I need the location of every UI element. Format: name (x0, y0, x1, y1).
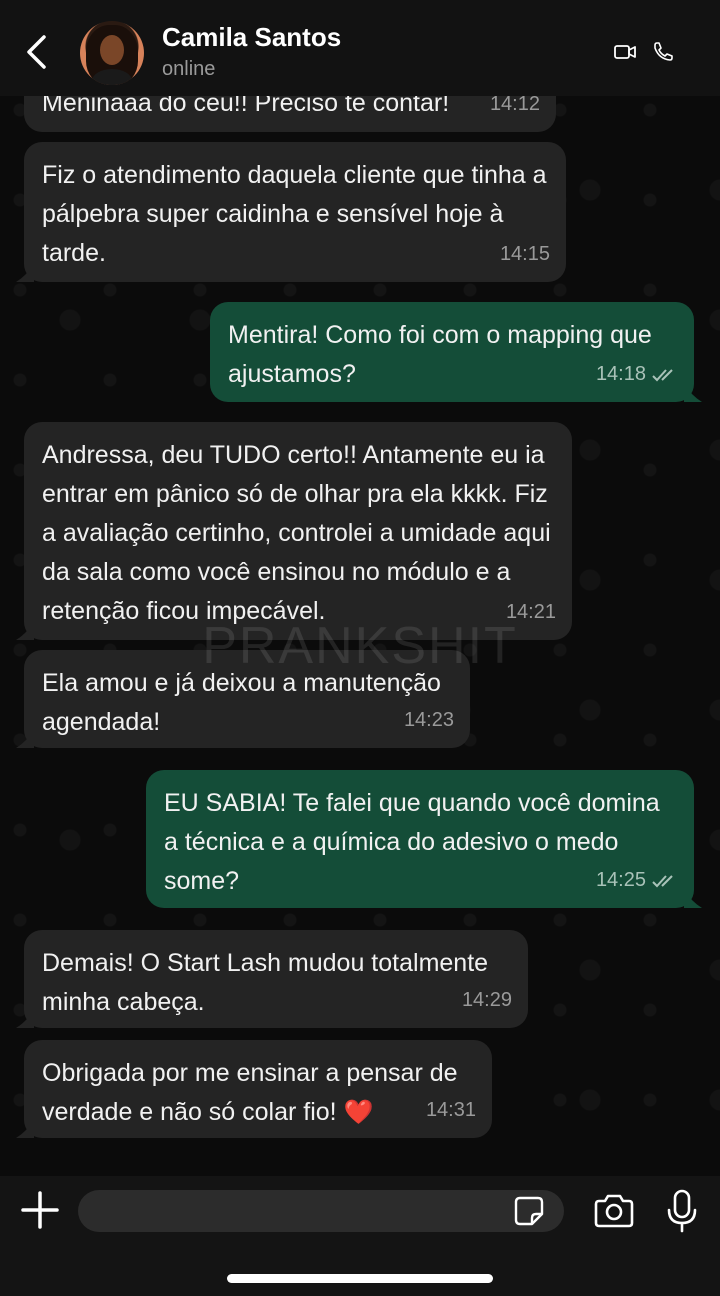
video-call-icon[interactable] (612, 40, 640, 64)
message-time-wrap: 14:15 (500, 235, 550, 274)
back-button[interactable] (20, 32, 52, 72)
message-time-wrap: 14:23 (404, 701, 454, 740)
message-input[interactable] (78, 1190, 564, 1232)
sticker-icon[interactable] (512, 1194, 546, 1228)
bubble-tail (16, 730, 34, 748)
message-time-wrap: 14:29 (462, 981, 512, 1020)
message-text: Ela amou e já deixou a manutenção agenda… (42, 669, 441, 736)
bubble-tail (16, 1120, 34, 1138)
message-time: 14:23 (403, 709, 454, 731)
double-check-icon (652, 368, 673, 381)
bubble-tail (16, 622, 34, 640)
message-bubble[interactable]: Mentira! Como foi com o mapping que ajus… (210, 302, 702, 402)
contact-name[interactable]: Camila Santos (162, 22, 341, 53)
plus-icon[interactable] (20, 1190, 60, 1230)
message-text: Obrigada por me ensinar a pensar de verd… (42, 1054, 474, 1132)
bubble-tail (16, 264, 34, 282)
back-arrow-icon (27, 35, 46, 69)
message-time: 14:15 (499, 243, 550, 265)
contact-status: online (162, 58, 216, 80)
message-time: 14:21 (505, 601, 556, 623)
message-text: Demais! O Start Lash mudou totalmente mi… (42, 949, 489, 1016)
message-time: 14:25 (595, 869, 646, 891)
message-time: 14:18 (595, 363, 646, 385)
avatar-face (100, 35, 124, 65)
phone-icon[interactable] (650, 40, 678, 64)
camera-icon[interactable] (592, 1192, 636, 1230)
message-meta: 14:18 (596, 355, 678, 394)
heart-emoji: ❤️ (343, 1099, 374, 1126)
avatar[interactable] (80, 21, 144, 85)
message-bubble[interactable]: Andressa, deu TUDO certo!! Antamente eu … (16, 422, 572, 640)
chat-header: Camila Santos online (0, 0, 720, 96)
message-bubble[interactable]: Ela amou e já deixou a manutenção agenda… (16, 650, 470, 748)
bubble-tail (684, 384, 702, 402)
message-text: Andressa, deu TUDO certo!! Antamente eu … (42, 441, 551, 625)
chat-area[interactable]: Meninaaa do céu!! Preciso te contar! 14:… (0, 0, 720, 1180)
compose-bar (0, 1176, 720, 1296)
bubble-tail (16, 1010, 34, 1028)
home-indicator[interactable] (227, 1274, 493, 1283)
message-time-wrap: 14:31 (426, 1091, 476, 1130)
message-meta: 14:25 (596, 861, 678, 900)
double-check-icon (652, 874, 673, 887)
message-bubble[interactable]: Obrigada por me ensinar a pensar de verd… (16, 1040, 492, 1138)
message-bubble[interactable]: EU SABIA! Te falei que quando você domin… (146, 770, 702, 908)
message-time: 14:29 (461, 989, 512, 1011)
message-bubble[interactable]: Demais! O Start Lash mudou totalmente mi… (16, 930, 528, 1028)
message-text: Fiz o atendimento daquela cliente que ti… (42, 161, 547, 267)
message-bubble[interactable]: Fiz o atendimento daquela cliente que ti… (16, 142, 566, 282)
mic-icon[interactable] (664, 1188, 700, 1234)
message-time: 14:31 (425, 1099, 476, 1121)
message-text-body: Obrigada por me ensinar a pensar de verd… (42, 1059, 458, 1126)
message-time-wrap: 14:21 (506, 593, 556, 632)
bubble-tail (684, 890, 702, 908)
